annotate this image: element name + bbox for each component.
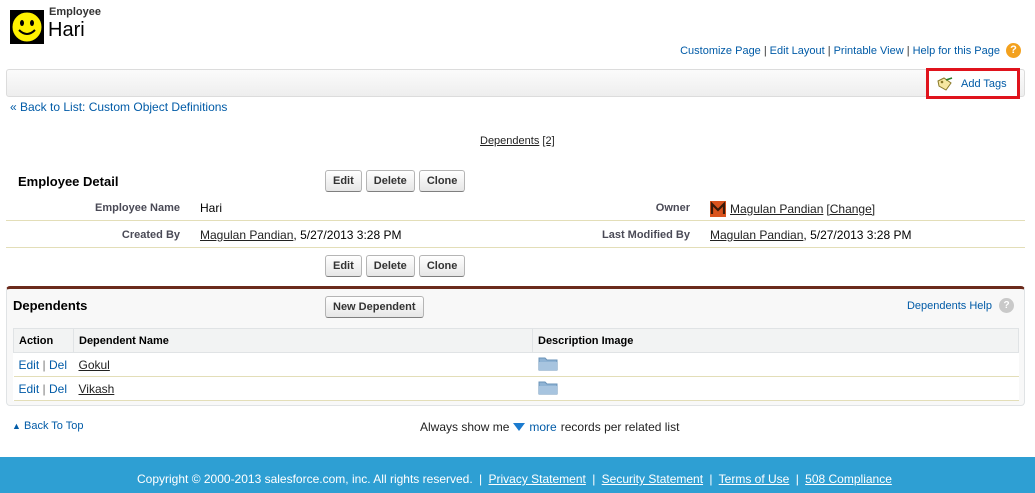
dependents-related-list: Dependents New Dependent Dependents Help… [6, 286, 1025, 406]
help-question-icon[interactable]: ? [1006, 43, 1021, 58]
printable-view-link[interactable]: Printable View [834, 45, 904, 57]
last-modified-label: Last Modified By [601, 229, 690, 241]
copyright-text: Copyright © 2000-2013 salesforce.com, in… [137, 472, 473, 486]
dependent-name-link[interactable]: Gokul [79, 358, 110, 372]
folder-icon [538, 381, 557, 395]
more-link[interactable]: more [529, 420, 556, 434]
action-cell: Edit | Del [13, 352, 74, 377]
edit-button[interactable]: Edit [325, 255, 362, 277]
caret-up-icon: ▲ [12, 421, 21, 431]
column-header-action: Action [13, 328, 74, 353]
description-image-cell [532, 376, 1019, 401]
employee-name-value: Hari [200, 201, 223, 215]
dependent-name-cell: Gokul [73, 352, 533, 377]
detail-button-row-bottom: Edit Delete Clone [325, 255, 469, 277]
always-show-more: Always show me more records per related … [420, 420, 679, 434]
related-list-hover-link[interactable]: Dependents [2] [480, 135, 555, 147]
separator: | [795, 472, 799, 486]
created-by-date: , 5/27/2013 3:28 PM [293, 228, 402, 242]
dependents-help[interactable]: Dependents Help ? [907, 298, 1014, 313]
always-show-text: Always show me [420, 420, 510, 434]
dependents-table: Action Dependent Name Description Image … [13, 328, 1019, 401]
edit-row-link[interactable]: Edit [19, 382, 40, 396]
created-by-label: Created By [121, 229, 180, 241]
separator: | [906, 44, 910, 57]
terms-of-use-link[interactable]: Terms of Use [719, 472, 790, 486]
column-header-description-image[interactable]: Description Image [532, 328, 1019, 353]
separator: | [42, 357, 46, 372]
help-for-page-link[interactable]: Help for this Page [913, 45, 1000, 57]
add-tags-button[interactable]: Add Tags [926, 68, 1020, 99]
separator: | [479, 472, 483, 486]
employee-name-label: Employee Name [95, 202, 180, 214]
back-to-top[interactable]: ▲ Back To Top [12, 420, 84, 432]
edit-layout-link[interactable]: Edit Layout [770, 45, 825, 57]
security-statement-link[interactable]: Security Statement [602, 472, 703, 486]
last-modified-user-link[interactable]: Magulan Pandian [710, 228, 803, 242]
triangle-down-icon[interactable] [513, 423, 526, 431]
owner-label: Owner [655, 202, 690, 214]
detail-button-row-top: Edit Delete Clone [325, 170, 469, 192]
employee-detail-section: Employee Detail Edit Delete Clone Employ… [6, 165, 1025, 283]
description-image-cell [532, 352, 1019, 377]
edit-row-link[interactable]: Edit [19, 358, 40, 372]
column-header-dependent-name[interactable]: Dependent Name [73, 328, 533, 353]
created-by-value: Magulan Pandian, 5/27/2013 3:28 PM [200, 228, 401, 242]
related-list-title: Dependents [13, 298, 88, 313]
last-modified-value: Magulan Pandian, 5/27/2013 3:28 PM [710, 228, 911, 242]
footer: Copyright © 2000-2013 salesforce.com, in… [0, 457, 1035, 493]
owner-value: Magulan Pandian [Change] [710, 201, 875, 217]
records-per-text: records per related list [560, 420, 680, 434]
help-question-icon[interactable]: ? [999, 298, 1014, 313]
page-links: Customize Page | Edit Layout | Printable… [680, 43, 1021, 58]
back-to-top-link[interactable]: Back To Top [24, 420, 84, 432]
detail-title: Employee Detail [18, 174, 119, 189]
508-compliance-link[interactable]: 508 Compliance [805, 472, 892, 486]
separator: | [592, 472, 596, 486]
customize-page-link[interactable]: Customize Page [680, 45, 761, 57]
detail-row-1: Employee Name Hari Owner Magulan Pandian… [6, 195, 1025, 221]
table-row: Edit | Del Vikash [13, 376, 1019, 401]
related-link-label[interactable]: Dependents [480, 135, 539, 147]
separator: | [827, 44, 831, 57]
detail-row-2: Created By Magulan Pandian, 5/27/2013 3:… [6, 222, 1025, 248]
created-by-user-link[interactable]: Magulan Pandian [200, 228, 293, 242]
table-row: Edit | Del Gokul [13, 352, 1019, 377]
record-name: Hari [48, 19, 85, 41]
last-modified-date: , 5/27/2013 3:28 PM [803, 228, 912, 242]
smiley-object-icon [10, 10, 44, 44]
back-to-list-link[interactable]: « Back to List: Custom Object Definition… [10, 100, 227, 114]
owner-link[interactable]: Magulan Pandian [730, 202, 823, 216]
table-header-row: Action Dependent Name Description Image [13, 328, 1019, 353]
add-tags-link[interactable]: Add Tags [961, 78, 1007, 90]
dependents-help-link[interactable]: Dependents Help [907, 300, 992, 312]
tag-icon [937, 76, 953, 91]
delete-button[interactable]: Delete [365, 170, 415, 192]
user-avatar-icon [710, 201, 726, 217]
dependent-name-cell: Vikash [73, 376, 533, 401]
separator: | [42, 381, 46, 396]
separator: | [709, 472, 713, 486]
folder-icon [538, 357, 557, 371]
privacy-statement-link[interactable]: Privacy Statement [488, 472, 585, 486]
action-cell: Edit | Del [13, 376, 74, 401]
separator: | [763, 44, 767, 57]
related-link-count: [2] [542, 135, 555, 147]
tag-bar: Add Tags [6, 68, 1025, 99]
delete-button[interactable]: Delete [365, 255, 415, 277]
delete-row-link[interactable]: Del [49, 382, 67, 396]
clone-button[interactable]: Clone [418, 170, 466, 192]
clone-button[interactable]: Clone [418, 255, 466, 277]
footer-text: Copyright © 2000-2013 salesforce.com, in… [137, 472, 892, 486]
edit-button[interactable]: Edit [325, 170, 362, 192]
dependent-name-link[interactable]: Vikash [79, 382, 115, 396]
delete-row-link[interactable]: Del [49, 358, 67, 372]
owner-change-link[interactable]: [Change] [826, 202, 875, 216]
object-type-label: Employee [49, 6, 101, 18]
new-dependent-button[interactable]: New Dependent [325, 296, 424, 318]
